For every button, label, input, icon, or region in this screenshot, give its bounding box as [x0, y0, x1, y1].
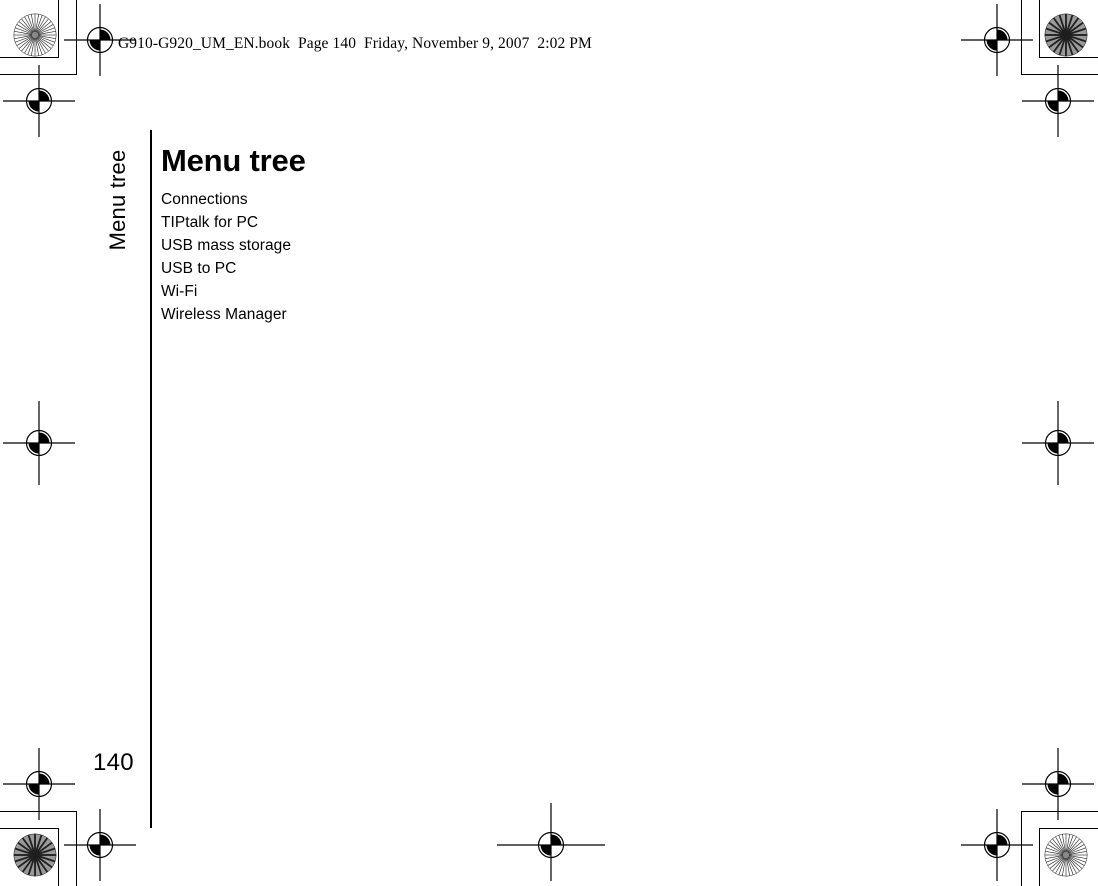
- list-item: TIPtalk for PC: [161, 214, 259, 232]
- thumb-index-rule: [150, 130, 152, 828]
- menu-tree-list: Connections TIPtalk for PC USB mass stor…: [161, 188, 291, 327]
- list-item: Connections: [161, 191, 248, 208]
- list-item: USB mass storage: [161, 237, 292, 255]
- printed-page: G910-G920_UM_EN.book Page 140 Friday, No…: [0, 0, 1098, 886]
- list-item: Wireless Manager: [161, 306, 287, 324]
- page-body: Menu tree Menu tree Connections TIPtalk …: [0, 0, 1098, 886]
- page-title: Menu tree: [161, 142, 306, 178]
- thumb-index-label-text: Menu tree: [105, 149, 130, 251]
- list-item: Wi-Fi: [161, 283, 198, 301]
- list-item: USB to PC: [161, 260, 237, 278]
- thumb-index-label: Menu tree: [96, 130, 140, 270]
- page-number: 140: [93, 749, 134, 776]
